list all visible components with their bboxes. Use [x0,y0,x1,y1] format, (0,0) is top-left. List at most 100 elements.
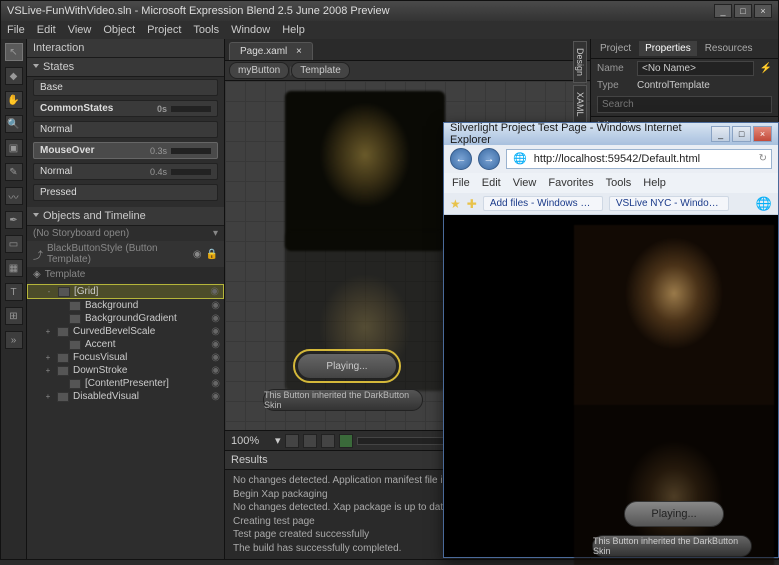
pen-tool-icon[interactable]: ✒ [5,211,23,229]
blend-titlebar[interactable]: VSLive-FunWithVideo.sln - Microsoft Expr… [1,1,778,21]
visibility-icon[interactable]: ◉ [211,391,220,402]
name-value[interactable]: <No Name> [637,61,754,76]
tree-row[interactable]: Background◉ [27,299,224,312]
tree-row[interactable]: +FocusVisual◉ [27,351,224,364]
menu-edit[interactable]: Edit [37,24,56,36]
visibility-icon[interactable]: ◉ [210,286,219,297]
crumb-mybutton[interactable]: myButton [229,62,289,79]
zoom-tool-icon[interactable]: 🔍 [5,115,23,133]
view-xaml-tab[interactable]: XAML [573,85,587,124]
document-tab[interactable]: Page.xaml × [229,42,313,60]
control-tool-icon[interactable]: ⊞ [5,307,23,325]
rectangle-tool-icon[interactable]: ▭ [5,235,23,253]
tree-expand-icon[interactable]: - [44,287,54,296]
eyedropper-tool-icon[interactable]: ✎ [5,163,23,181]
ie-back-button[interactable]: ← [450,148,472,170]
menu-window[interactable]: Window [231,24,270,36]
events-icon[interactable]: ⚡ [760,63,772,74]
layout-tool-icon[interactable]: ▦ [5,259,23,277]
menu-tools[interactable]: Tools [193,24,219,36]
tab-resources[interactable]: Resources [699,41,759,56]
scope-up-icon[interactable]: ⤴ [33,247,43,262]
menu-help[interactable]: Help [282,24,305,36]
tab-properties[interactable]: Properties [639,41,697,56]
state-group-common[interactable]: CommonStates 0s [33,100,218,117]
zoom-dropdown-icon[interactable]: ▾ [275,434,281,447]
snap-lines-icon[interactable] [303,434,317,448]
tree-expand-icon[interactable]: + [43,392,53,401]
snap-grid-icon[interactable] [285,434,299,448]
ie-close-button[interactable]: × [753,126,772,142]
eye-icon[interactable]: ◉ [193,249,202,260]
close-button[interactable]: × [754,4,772,18]
template-root-row[interactable]: ◈ Template [27,267,224,282]
ie-url-field[interactable]: 🌐 http://localhost:59542/Default.html ↻ [506,149,772,169]
asset-tool-icon[interactable]: » [5,331,23,349]
ie-menu-edit[interactable]: Edit [482,177,501,189]
tree-row[interactable]: -[Grid]◉ [27,284,224,299]
ie-menu-view[interactable]: View [513,177,537,189]
states-header[interactable]: States [27,58,224,77]
transition-slider[interactable] [171,148,211,154]
maximize-button[interactable]: □ [734,4,752,18]
interaction-header[interactable]: Interaction [27,39,224,58]
ie-maximize-button[interactable]: □ [732,126,751,142]
pan-tool-icon[interactable]: ✋ [5,91,23,109]
visibility-icon[interactable]: ◉ [211,326,220,337]
menu-view[interactable]: View [68,24,92,36]
state-pressed[interactable]: Pressed [33,184,218,201]
ie-menu-file[interactable]: File [452,177,470,189]
camera-tool-icon[interactable]: ▣ [5,139,23,157]
visibility-icon[interactable]: ◉ [211,300,220,311]
visibility-icon[interactable]: ◉ [211,339,220,350]
tree-row[interactable]: +CurvedBevelScale◉ [27,325,224,338]
tree-expand-icon[interactable]: + [43,366,53,375]
view-design-tab[interactable]: Design [573,41,587,83]
inherited-button[interactable]: This Button inherited the DarkButton Ski… [592,535,752,557]
storyboard-new-icon[interactable]: ▾ [213,228,218,239]
transition-slider[interactable] [171,106,211,112]
zoom-level[interactable]: 100% [231,435,271,447]
lock-icon[interactable]: 🔒 [206,249,218,260]
annotation-icon[interactable] [321,434,335,448]
tree-row[interactable]: Accent◉ [27,338,224,351]
minimize-button[interactable]: _ [714,4,732,18]
text-tool-icon[interactable]: T [5,283,23,301]
ie-menu-favorites[interactable]: Favorites [548,177,593,189]
selection-tool-icon[interactable]: ↖ [5,43,23,61]
visibility-icon[interactable]: ◉ [211,365,220,376]
playing-button[interactable]: Playing... [624,501,724,527]
tree-row[interactable]: [ContentPresenter]◉ [27,377,224,390]
brush-tool-icon[interactable]: 〰 [5,187,23,205]
search-input[interactable] [597,96,772,113]
ie-minimize-button[interactable]: _ [711,126,730,142]
menu-object[interactable]: Object [103,24,135,36]
tree-row[interactable]: +DisabledVisual◉ [27,390,224,403]
tab-project[interactable]: Project [594,41,637,56]
add-favorite-icon[interactable]: ✚ [467,197,477,211]
refresh-icon[interactable]: ↻ [759,153,767,164]
menu-file[interactable]: File [7,24,25,36]
state-base[interactable]: Base [33,79,218,96]
crumb-template[interactable]: Template [291,62,350,79]
tree-expand-icon[interactable]: + [43,327,53,336]
playing-button[interactable]: Playing... [297,353,397,379]
favorites-star-icon[interactable]: ★ [450,197,461,211]
timeline-header[interactable]: Objects and Timeline [27,207,224,226]
direct-select-tool-icon[interactable]: ◆ [5,67,23,85]
menu-project[interactable]: Project [147,24,181,36]
inherited-button[interactable]: This Button inherited the DarkButton Ski… [263,389,423,411]
ie-globe-icon[interactable]: 🌐 [756,196,772,212]
effects-icon[interactable] [339,434,353,448]
ie-menu-help[interactable]: Help [643,177,666,189]
fav-link-2[interactable]: VSLive NYC - Windows Liv... [609,196,729,211]
state-normal-2[interactable]: Normal 0.4s [33,163,218,180]
state-mouseover[interactable]: MouseOver 0.3s [33,142,218,159]
tree-expand-icon[interactable]: + [43,353,53,362]
ie-menu-tools[interactable]: Tools [606,177,632,189]
transition-slider[interactable] [171,169,211,175]
tree-row[interactable]: BackgroundGradient◉ [27,312,224,325]
tree-row[interactable]: +DownStroke◉ [27,364,224,377]
visibility-icon[interactable]: ◉ [211,352,220,363]
ie-forward-button[interactable]: → [478,148,500,170]
